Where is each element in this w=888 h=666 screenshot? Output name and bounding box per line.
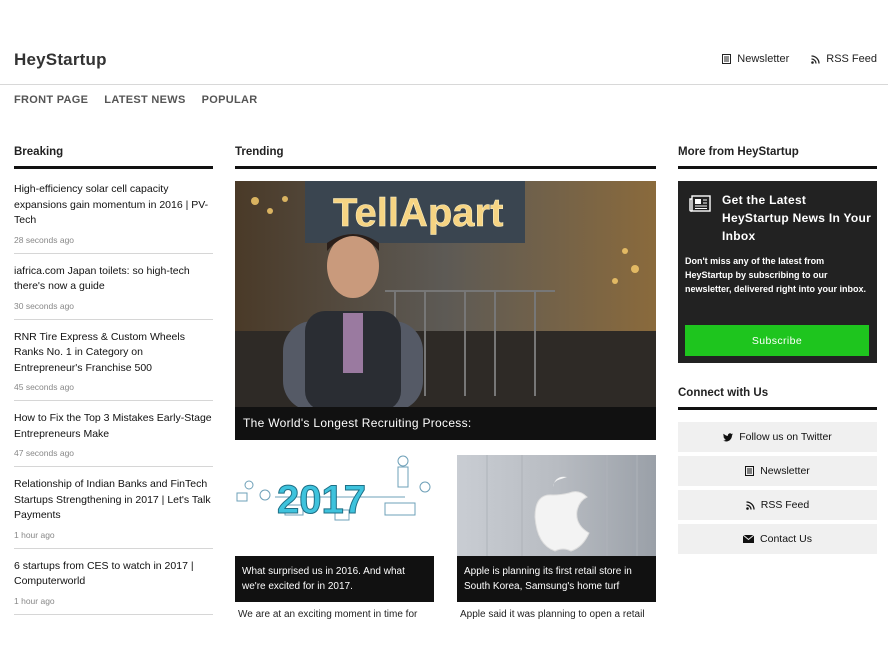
hero-story[interactable]: TellApart The World's Longest Recruiting… [235, 181, 656, 440]
rss-button[interactable]: RSS Feed [678, 490, 877, 520]
contact-button[interactable]: Contact Us [678, 524, 877, 554]
news-time: 1 hour ago [14, 529, 55, 540]
news-title[interactable]: iafrica.com Japan toilets: so high-tech … [14, 264, 213, 295]
twitter-button-label: Follow us on Twitter [739, 431, 832, 443]
news-time: 28 seconds ago [14, 234, 75, 245]
twitter-icon [723, 432, 734, 442]
card-image [457, 455, 656, 556]
card-caption[interactable]: Apple is planning its first retail store… [457, 556, 656, 602]
newspaper-icon [689, 195, 711, 212]
contact-button-label: Contact Us [760, 533, 812, 545]
promo-title: Get the Latest HeyStartup News In Your I… [722, 193, 872, 243]
breaking-heading: Breaking [14, 146, 213, 169]
rss-button-label: RSS Feed [760, 499, 810, 511]
list-item[interactable]: 6 startups from CES to watch in 2017 | C… [14, 557, 213, 615]
newsletter-icon [745, 466, 755, 476]
nav-front-page[interactable]: FRONT PAGE [14, 94, 88, 106]
subscribe-button[interactable]: Subscribe [685, 325, 869, 356]
card-caption[interactable]: What surprised us in 2016. And what we'r… [235, 556, 434, 602]
nav-latest-news[interactable]: LATEST NEWS [104, 94, 185, 106]
news-title[interactable]: RNR Tire Express & Custom Wheels Ranks N… [14, 330, 213, 377]
list-item[interactable]: How to Fix the Top 3 Mistakes Early-Stag… [14, 409, 213, 467]
news-time: 1 hour ago [14, 595, 55, 606]
news-title[interactable]: 6 startups from CES to watch in 2017 | C… [14, 559, 213, 590]
newsletter-icon [722, 54, 732, 64]
header-links: Newsletter RSS Feed [722, 53, 877, 65]
twitter-button[interactable]: Follow us on Twitter [678, 422, 877, 452]
hero-image: TellApart [235, 181, 656, 440]
news-time: 47 seconds ago [14, 448, 75, 458]
trending-heading: Trending [235, 146, 656, 169]
news-title[interactable]: Relationship of Indian Banks and FinTech… [14, 477, 213, 524]
list-item[interactable]: iafrica.com Japan toilets: so high-tech … [14, 262, 213, 320]
breaking-list: High-efficiency solar cell capacity expa… [14, 180, 213, 623]
hero-caption[interactable]: The World's Longest Recruiting Process: [235, 407, 656, 440]
story-card[interactable]: Apple is planning its first retail store… [457, 455, 656, 621]
connect-heading: Connect with Us [678, 387, 877, 410]
story-card[interactable]: 2017 What surprised us in 2016. And what… [235, 455, 434, 621]
rss-icon [745, 500, 755, 510]
newsletter-button[interactable]: Newsletter [678, 456, 877, 486]
main-nav: FRONT PAGE LATEST NEWS POPULAR [14, 94, 258, 106]
list-item[interactable]: Relationship of Indian Banks and FinTech… [14, 475, 213, 549]
news-time: 45 seconds ago [14, 382, 75, 392]
hero-sign-text: TellApart [333, 191, 503, 235]
more-heading: More from HeyStartup [678, 146, 877, 169]
nav-popular[interactable]: POPULAR [202, 94, 258, 106]
site-logo[interactable]: HeyStartup [14, 50, 107, 70]
header-rss-label: RSS Feed [826, 53, 877, 65]
rss-icon [811, 54, 820, 64]
promo-text: Don't miss any of the latest from HeySta… [685, 256, 867, 294]
card-excerpt: We are at an exciting moment in time for [238, 609, 418, 620]
envelope-icon [743, 535, 755, 543]
list-item[interactable]: RNR Tire Express & Custom Wheels Ranks N… [14, 328, 213, 401]
header-rss-link[interactable]: RSS Feed [811, 53, 877, 65]
header-newsletter-label: Newsletter [737, 53, 790, 65]
card-image-text: 2017 [277, 478, 366, 522]
card-image: 2017 [235, 455, 434, 556]
card-excerpt: Apple said it was planning to open a ret… [460, 609, 645, 620]
news-time: 30 seconds ago [14, 300, 75, 311]
newsletter-button-label: Newsletter [760, 465, 810, 477]
site-header: HeyStartup Newsletter RSS Feed [0, 40, 888, 85]
news-title[interactable]: High-efficiency solar cell capacity expa… [14, 182, 213, 229]
list-item[interactable]: High-efficiency solar cell capacity expa… [14, 180, 213, 254]
news-title[interactable]: How to Fix the Top 3 Mistakes Early-Stag… [14, 411, 213, 442]
newsletter-promo: Get the Latest HeyStartup News In Your I… [678, 181, 877, 363]
header-newsletter-link[interactable]: Newsletter [722, 53, 789, 65]
